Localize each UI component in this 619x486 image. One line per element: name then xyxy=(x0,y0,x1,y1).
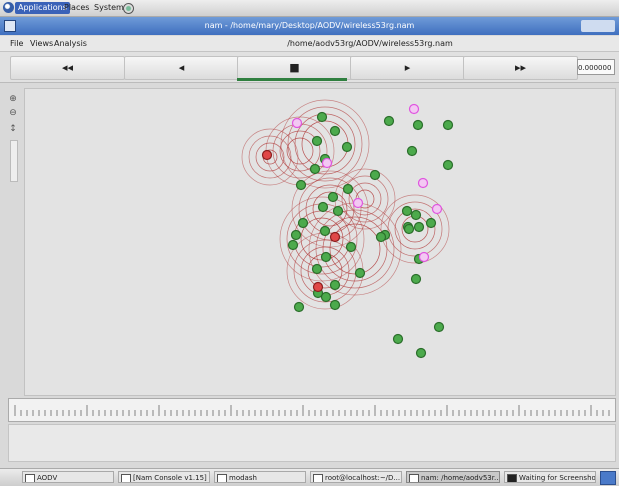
mobile-node[interactable] xyxy=(317,201,329,213)
window-title: nam - /home/mary/Desktop/AODV/wireless53… xyxy=(204,21,415,30)
mobile-node[interactable] xyxy=(401,205,413,217)
highlighted-node[interactable] xyxy=(431,203,443,215)
mobile-node[interactable] xyxy=(392,333,404,345)
mobile-node[interactable] xyxy=(311,135,323,147)
gnome-foot-icon[interactable] xyxy=(3,2,14,13)
mobile-node[interactable] xyxy=(345,241,357,253)
source-node[interactable] xyxy=(261,149,273,161)
mobile-node[interactable] xyxy=(316,111,328,123)
mobile-node[interactable] xyxy=(311,263,323,275)
highlighted-node[interactable] xyxy=(418,251,430,263)
mobile-node[interactable] xyxy=(406,145,418,157)
mobile-node[interactable] xyxy=(342,183,354,195)
network-topology xyxy=(241,99,454,359)
highlighted-node[interactable] xyxy=(321,157,333,169)
mobile-node[interactable] xyxy=(415,347,427,359)
task-modash[interactable]: modash xyxy=(214,471,306,483)
mobile-node[interactable] xyxy=(319,225,331,237)
mobile-node[interactable] xyxy=(320,251,332,263)
mobile-node[interactable] xyxy=(309,163,321,175)
play-button[interactable]: ▸ xyxy=(350,56,465,80)
task-nam-console[interactable]: [Nam Console v1.15] xyxy=(118,471,210,483)
network-canvas[interactable] xyxy=(24,88,616,396)
menu-bar: File Views Analysis /home/aodv53rg/AODV/… xyxy=(0,36,619,52)
task-terminal[interactable]: root@localhost:~/D... xyxy=(310,471,402,483)
mobile-node[interactable] xyxy=(293,301,305,313)
mobile-node[interactable] xyxy=(327,191,339,203)
pan-icon[interactable]: ↕ xyxy=(8,124,18,134)
fast-forward-button[interactable]: ▸▸ xyxy=(463,56,578,80)
highlighted-node[interactable] xyxy=(408,103,420,115)
mobile-node[interactable] xyxy=(332,205,344,217)
mobile-node[interactable] xyxy=(383,115,395,127)
mobile-node[interactable] xyxy=(413,221,425,233)
places-menu[interactable]: Places xyxy=(61,2,92,14)
highlighted-node[interactable] xyxy=(352,197,364,209)
folder-icon xyxy=(25,474,35,482)
mobile-node[interactable] xyxy=(442,159,454,171)
mobile-node[interactable] xyxy=(425,217,437,229)
annotation-panel[interactable] xyxy=(8,424,616,462)
task-screenshot[interactable]: Waiting for Screenshot xyxy=(504,471,596,483)
mobile-node[interactable] xyxy=(433,321,445,333)
task-aodv[interactable]: AODV xyxy=(22,471,114,483)
zoom-out-icon[interactable]: ⊖ xyxy=(8,108,18,118)
edit-slider[interactable] xyxy=(10,140,18,182)
window-icon xyxy=(409,474,419,482)
mobile-node[interactable] xyxy=(442,119,454,131)
window-controls[interactable] xyxy=(581,20,615,32)
file-menu[interactable]: File xyxy=(10,38,23,49)
mobile-node[interactable] xyxy=(403,223,415,235)
task-nam-window[interactable]: nam: /home/aodv53r... xyxy=(406,471,500,483)
window-icon[interactable] xyxy=(4,20,16,32)
mobile-node[interactable] xyxy=(375,231,387,243)
terminal-icon xyxy=(313,474,323,482)
workspace-switcher[interactable] xyxy=(600,471,616,485)
mobile-node[interactable] xyxy=(329,299,341,311)
source-node[interactable] xyxy=(312,281,324,293)
trace-file-path: /home/aodv53rg/AODV/wireless53rg.nam xyxy=(287,39,453,48)
playback-toolbar: ◂◂ ◂ ■ ▸ ▸▸ 0.000000 xyxy=(0,52,619,83)
web-browser-icon[interactable] xyxy=(123,3,134,14)
highlighted-node[interactable] xyxy=(417,177,429,189)
stop-button[interactable]: ■ xyxy=(237,56,352,80)
mobile-node[interactable] xyxy=(354,267,366,279)
mobile-node[interactable] xyxy=(410,273,422,285)
highlighted-node[interactable] xyxy=(291,117,303,129)
timeline-ruler[interactable] xyxy=(8,398,616,422)
analysis-menu[interactable]: Analysis xyxy=(54,38,87,49)
mobile-node[interactable] xyxy=(369,169,381,181)
step-back-button[interactable]: ◂ xyxy=(124,56,239,80)
mobile-node[interactable] xyxy=(329,279,341,291)
mobile-node[interactable] xyxy=(410,209,422,221)
tool-strip: ⊕ ⊖ ↕ xyxy=(4,88,24,398)
window-icon xyxy=(217,474,227,482)
mobile-node[interactable] xyxy=(287,239,299,251)
views-menu[interactable]: Views xyxy=(30,38,53,49)
system-menu[interactable]: System xyxy=(91,2,127,14)
window-icon xyxy=(121,474,131,482)
mobile-node[interactable] xyxy=(290,229,302,241)
mobile-node[interactable] xyxy=(329,125,341,137)
source-node[interactable] xyxy=(329,231,341,243)
mobile-node[interactable] xyxy=(412,119,424,131)
playback-progress-bar xyxy=(237,78,347,81)
rewind-button[interactable]: ◂◂ xyxy=(10,56,125,80)
mobile-node[interactable] xyxy=(295,179,307,191)
mobile-node[interactable] xyxy=(297,217,309,229)
time-display: 0.000000 xyxy=(577,59,615,75)
mobile-node[interactable] xyxy=(341,141,353,153)
top-panel: Applications Places System xyxy=(0,0,619,17)
window-title-bar[interactable]: nam - /home/mary/Desktop/AODV/wireless53… xyxy=(0,17,619,35)
timeline-ticks xyxy=(14,405,610,416)
taskbar: AODV [Nam Console v1.15] modash root@loc… xyxy=(0,468,619,486)
camera-icon xyxy=(507,474,517,482)
zoom-in-icon[interactable]: ⊕ xyxy=(8,94,18,104)
